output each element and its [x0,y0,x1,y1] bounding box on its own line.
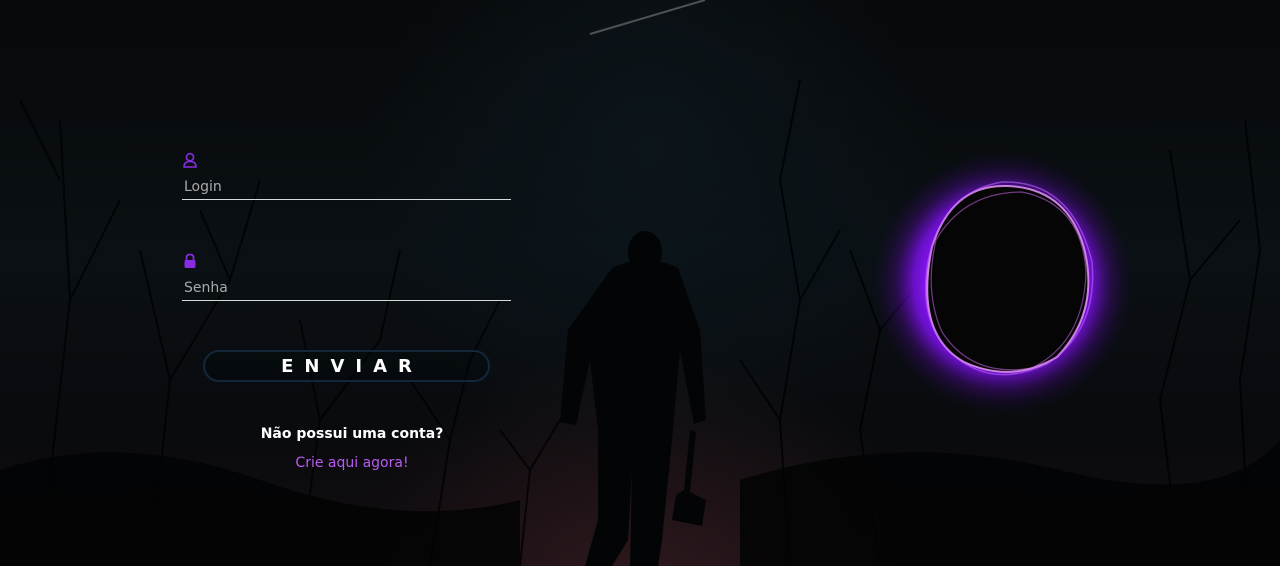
lock-icon [182,253,198,269]
password-input[interactable] [182,275,511,301]
login-page: ENVIAR Não possui uma conta? Crie aqui a… [0,0,1280,566]
password-field-group [182,253,511,305]
create-account-link[interactable]: Crie aqui agora! [182,455,522,471]
login-field-group [182,152,511,204]
no-account-text: Não possui uma conta? [260,426,444,442]
submit-button[interactable]: ENVIAR [203,350,490,382]
glowing-ring-decoration [872,152,1134,414]
login-input[interactable] [182,174,511,200]
user-icon [182,152,198,168]
